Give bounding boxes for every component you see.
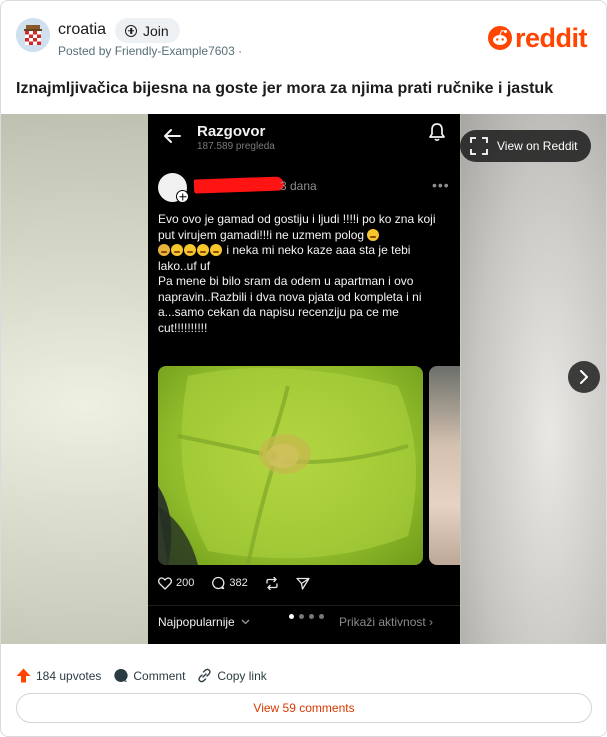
carousel-dot xyxy=(318,613,324,619)
pillow-photo xyxy=(158,366,423,565)
send-icon xyxy=(296,577,310,590)
phone-activity-link: Prikaži aktivnost › xyxy=(339,615,434,629)
phone-screen-title: Razgovor xyxy=(197,123,266,140)
copy-link-stat[interactable]: Copy link xyxy=(197,668,267,683)
follow-plus-icon xyxy=(176,190,189,203)
post-card: croatia Join Posted by Friendly-Example7… xyxy=(0,0,607,737)
phone-sort: Najpopularnije xyxy=(158,615,250,629)
reddit-wordmark: reddit xyxy=(515,23,588,53)
phone-sort-label: Najpopularnije xyxy=(158,615,235,629)
phone-comment-count: 382 xyxy=(229,577,248,589)
upvote-count: 184 upvotes xyxy=(36,668,102,683)
heart-icon xyxy=(158,576,172,590)
phone-comment: 382 xyxy=(211,576,248,590)
phone-activity-label: Prikaži aktivnost xyxy=(339,615,426,629)
post-stats: 184 upvotes Comment Copy link xyxy=(16,668,279,683)
join-label: Join xyxy=(143,22,169,39)
more-dots-icon: ••• xyxy=(432,177,450,193)
carousel-dots xyxy=(284,611,328,621)
back-arrow-icon xyxy=(164,129,181,143)
posted-by: Posted by Friendly-Example7603 · xyxy=(58,44,243,58)
plus-circle-icon xyxy=(125,24,137,37)
carousel-dot xyxy=(298,613,304,619)
carousel-dot-active xyxy=(288,613,294,619)
post-header: croatia Join Posted by Friendly-Example7… xyxy=(1,1,606,67)
phone-divider xyxy=(148,605,460,606)
phone-screenshot: Razgovor 187.589 pregleda 3 dana ••• Evo… xyxy=(148,114,460,644)
comment-label: Comment xyxy=(133,668,186,683)
chevron-right-icon xyxy=(580,370,588,384)
reddit-logo[interactable]: reddit xyxy=(488,23,588,53)
phone-text-line3: Pa mene bi bilo sram da odem u apartman … xyxy=(158,274,422,335)
cowboy-emoji-icon xyxy=(158,244,170,256)
second-photo-peek xyxy=(429,366,460,565)
face-emoji-icon xyxy=(367,228,380,241)
phone-repost xyxy=(265,576,279,590)
phone-like: 200 xyxy=(158,576,195,590)
post-title[interactable]: Iznajmljivačica bijesna na goste jer mor… xyxy=(16,80,553,98)
phone-post-text: Evo ovo je gamad od gostiju i ljudi !!!!… xyxy=(158,212,450,336)
redaction-scribble xyxy=(193,176,285,194)
phone-like-count: 200 xyxy=(176,577,195,589)
comment-stat[interactable]: Comment xyxy=(113,668,185,683)
view-on-reddit-label: View on Reddit xyxy=(497,139,578,153)
steam-face-emoji-icon xyxy=(184,244,196,256)
subreddit-name[interactable]: croatia xyxy=(58,21,106,39)
phone-share xyxy=(296,577,310,590)
upvote-stat[interactable]: 184 upvotes xyxy=(16,668,101,683)
phone-time-ago: 3 dana xyxy=(280,179,317,193)
upvote-arrow-icon xyxy=(16,668,31,683)
comment-icon xyxy=(114,668,129,682)
phone-text-line1: Evo ovo je gamad od gostiju i ljudi !!!!… xyxy=(158,212,436,242)
subreddit-avatar[interactable] xyxy=(16,18,50,52)
comment-bubble-icon xyxy=(212,576,225,590)
croatia-checker-icon xyxy=(16,18,50,52)
phone-text-line2: i neka mi neko kaze aaa sta je tebi lako… xyxy=(158,243,411,273)
repost-icon xyxy=(266,576,278,590)
reddit-alien-icon xyxy=(488,26,512,50)
post-media[interactable]: Razgovor 187.589 pregleda 3 dana ••• Evo… xyxy=(1,114,606,644)
join-button[interactable]: Join xyxy=(115,18,180,43)
steam-face-emoji-icon xyxy=(210,244,222,256)
steam-face-emoji-icon xyxy=(171,244,183,256)
carousel-dot xyxy=(308,613,314,619)
pillow-illustration xyxy=(158,368,416,565)
chevron-down-icon xyxy=(241,619,250,625)
link-icon xyxy=(198,668,212,683)
bell-icon xyxy=(429,123,445,142)
phone-actions: 200 382 xyxy=(158,576,327,590)
view-comments-button[interactable]: View 59 comments xyxy=(16,693,592,723)
phone-views: 187.589 pregleda xyxy=(197,141,275,152)
copy-link-label: Copy link xyxy=(217,668,267,683)
view-on-reddit-button[interactable]: View on Reddit xyxy=(460,130,591,162)
next-image-button[interactable] xyxy=(568,361,600,393)
steam-face-emoji-icon xyxy=(197,244,209,256)
expand-icon xyxy=(470,137,488,155)
